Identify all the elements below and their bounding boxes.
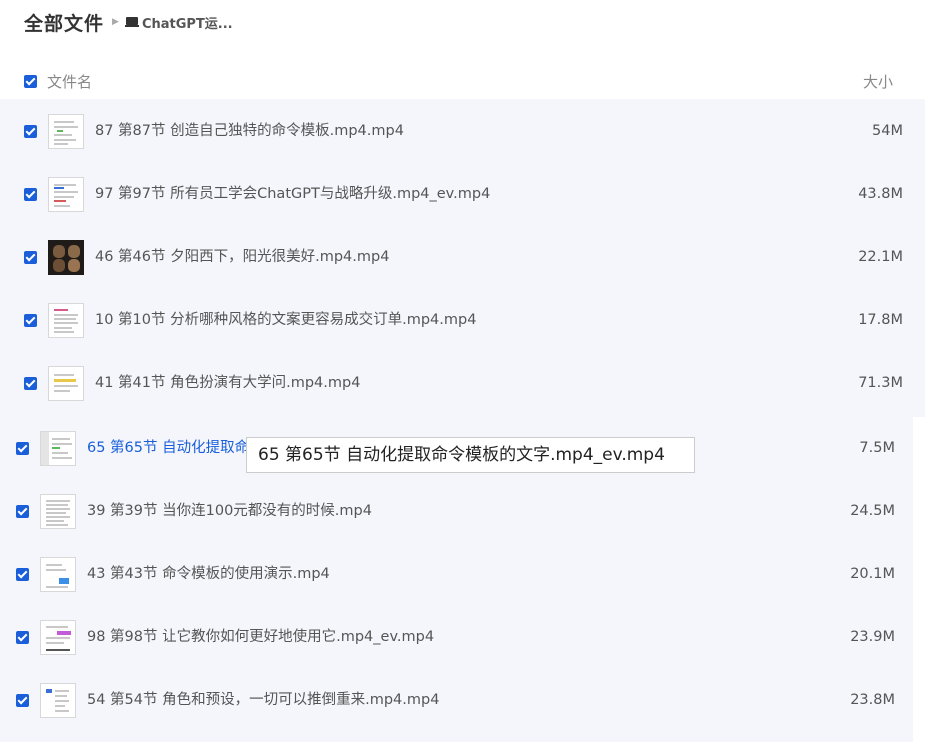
file-size: 22.1M [858,249,903,265]
file-size: 43.8M [858,186,903,202]
column-header-size[interactable]: 大小 [863,71,893,92]
row-checkbox[interactable] [24,188,37,201]
file-size: 20.1M [850,566,895,582]
file-row[interactable]: 39 第39节 当你连100元都没有的时候.mp4 24.5M [0,480,913,543]
chevron-right-icon: ▶ [112,17,119,27]
video-thumbnail [40,431,76,466]
file-size: 17.8M [858,312,903,328]
video-thumbnail [40,557,76,592]
file-name[interactable]: 87 第87节 创造自己独特的命令模板.mp4.mp4 [95,100,404,163]
row-checkbox[interactable] [16,568,29,581]
video-thumbnail [48,240,84,275]
video-thumbnail [48,114,84,149]
file-name[interactable]: 39 第39节 当你连100元都没有的时候.mp4 [87,480,372,543]
row-checkbox[interactable] [24,377,37,390]
row-checkbox[interactable] [16,442,29,455]
file-row[interactable]: 87 第87节 创造自己独特的命令模板.mp4.mp4 54M [0,100,925,163]
file-row[interactable]: 97 第97节 所有员工学会ChatGPT与战略升级.mp4_ev.mp4 43… [0,163,925,226]
video-thumbnail [48,177,84,212]
column-header-name[interactable]: 文件名 [47,71,92,92]
video-thumbnail [40,620,76,655]
video-thumbnail [40,683,76,718]
row-checkbox[interactable] [16,631,29,644]
file-size: 54M [872,123,903,139]
row-checkbox[interactable] [24,125,37,138]
file-row[interactable]: 41 第41节 角色扮演有大学问.mp4.mp4 71.3M [0,352,925,415]
video-thumbnail [40,494,76,529]
file-row[interactable]: 10 第10节 分析哪种风格的文案更容易成交订单.mp4.mp4 17.8M [0,289,925,352]
file-name[interactable]: 98 第98节 让它教你如何更好地使用它.mp4_ev.mp4 [87,606,434,669]
file-row[interactable]: 43 第43节 命令模板的使用演示.mp4 20.1M [0,543,913,606]
video-thumbnail [48,303,84,338]
file-row[interactable]: 46 第46节 夕阳西下，阳光很美好.mp4.mp4 22.1M [0,226,925,289]
file-size: 23.8M [850,692,895,708]
row-checkbox[interactable] [16,505,29,518]
file-size: 23.9M [850,629,895,645]
file-row[interactable]: 54 第54节 角色和预设，一切可以推倒重来.mp4.mp4 23.8M [0,669,913,732]
file-name[interactable]: 10 第10节 分析哪种风格的文案更容易成交订单.mp4.mp4 [95,289,476,352]
breadcrumb-root[interactable]: 全部文件 [24,9,104,36]
file-list-header: 文件名 大小 [0,62,925,100]
file-list-group: 87 第87节 创造自己独特的命令模板.mp4.mp4 54M 97 第97节 … [0,99,925,417]
laptop-icon [124,16,139,28]
row-checkbox[interactable] [16,694,29,707]
breadcrumb-current[interactable]: ChatGPT运... [142,13,233,32]
file-size: 71.3M [858,375,903,391]
file-name[interactable]: 97 第97节 所有员工学会ChatGPT与战略升级.mp4_ev.mp4 [95,163,490,226]
file-name[interactable]: 46 第46节 夕阳西下，阳光很美好.mp4.mp4 [95,226,389,289]
row-checkbox[interactable] [24,251,37,264]
select-all-checkbox[interactable] [24,75,37,88]
row-checkbox[interactable] [24,314,37,327]
file-name[interactable]: 54 第54节 角色和预设，一切可以推倒重来.mp4.mp4 [87,669,439,732]
file-name[interactable]: 43 第43节 命令模板的使用演示.mp4 [87,543,330,606]
video-thumbnail [48,366,84,401]
filename-tooltip: 65 第65节 自动化提取命令模板的文字.mp4_ev.mp4 [246,437,695,473]
breadcrumb: 全部文件 ▶ ChatGPT运... [24,9,233,35]
file-size: 24.5M [850,503,895,519]
file-size: 7.5M [859,440,895,456]
file-row[interactable]: 98 第98节 让它教你如何更好地使用它.mp4_ev.mp4 23.9M [0,606,913,669]
file-name[interactable]: 41 第41节 角色扮演有大学问.mp4.mp4 [95,352,360,415]
